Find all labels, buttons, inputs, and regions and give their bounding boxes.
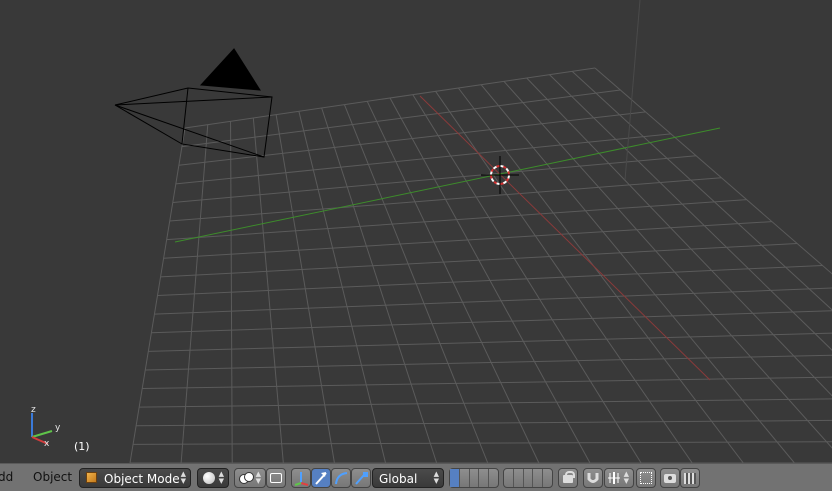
layer-button[interactable] — [460, 469, 470, 487]
updown-arrows-icon: ▲ ▼ — [623, 470, 629, 485]
camera-frame — [181, 87, 273, 158]
camera-object[interactable] — [114, 48, 273, 158]
layer-button[interactable] — [450, 469, 460, 487]
layer-button[interactable] — [514, 469, 524, 487]
frame-number-label: (1) — [74, 440, 90, 453]
mode-dropdown-label: Object Mode — [104, 472, 180, 486]
layer-button[interactable] — [533, 469, 544, 487]
axis-z-label: z — [31, 405, 36, 415]
x-axis-line — [419, 95, 711, 381]
layer-button[interactable] — [489, 469, 498, 487]
updown-arrows-icon: ▲ ▼ — [218, 470, 224, 485]
cube-icon — [86, 472, 97, 483]
pivot-align-button[interactable] — [266, 468, 286, 488]
render-anim-icon — [684, 473, 696, 484]
pivot-dropdown[interactable]: ▲ ▼ — [234, 468, 266, 488]
shading-dropdown[interactable]: ▲ ▼ — [197, 468, 229, 488]
layer-button[interactable] — [479, 469, 490, 487]
snap-element-dropdown[interactable]: ▲ ▼ — [604, 468, 634, 488]
scene-canvas[interactable]: z y x — [0, 0, 832, 463]
camera-edge — [114, 104, 265, 158]
menu-object[interactable]: Object — [33, 470, 72, 484]
render-image-button[interactable] — [660, 468, 680, 488]
pivot-icon — [239, 472, 254, 484]
axis-y-label: y — [55, 423, 61, 433]
menu-add[interactable]: Add — [0, 470, 13, 484]
rotate-button[interactable] — [331, 468, 351, 488]
updown-arrows-icon: ▲ ▼ — [255, 470, 261, 485]
layer-button[interactable] — [470, 469, 480, 487]
orientation-dropdown[interactable]: Global ▲ ▼ — [372, 468, 444, 488]
axis-x-label: x — [44, 439, 50, 449]
sphere-shading-icon — [203, 472, 215, 484]
layer-button[interactable] — [524, 469, 534, 487]
floor-grid — [129, 67, 832, 463]
scale-icon — [355, 472, 368, 485]
snap-element-icon — [608, 472, 620, 484]
rotate-icon — [335, 472, 348, 485]
axis-gizmo: z y x — [31, 405, 61, 449]
snap-target-button[interactable] — [636, 468, 656, 488]
viewport-header: Add Object Object Mode ▲▼ ▲▼ ▲▼ — [0, 463, 832, 491]
snap-target-icon — [640, 472, 652, 484]
scale-button[interactable] — [351, 468, 371, 488]
translate-icon — [315, 472, 327, 485]
manipulator-toggle[interactable] — [291, 468, 311, 488]
y-axis-line — [174, 127, 721, 243]
vertical-guide-line — [624, 0, 641, 181]
mode-dropdown[interactable]: Object Mode ▲ ▼ — [79, 468, 191, 488]
pivot-align-icon — [270, 473, 282, 483]
camera-edge — [114, 96, 273, 106]
render-animation-button[interactable] — [680, 468, 700, 488]
updown-arrows-icon: ▲ ▼ — [433, 470, 439, 485]
lock-layers-button[interactable] — [558, 468, 578, 488]
translate-button[interactable] — [311, 468, 331, 488]
snap-magnet-icon — [587, 473, 599, 483]
camera-up-triangle — [199, 48, 261, 91]
layers-group-2[interactable] — [503, 468, 553, 488]
layers-group-1[interactable] — [449, 468, 499, 488]
3d-viewport[interactable]: z y x (1) — [0, 0, 832, 463]
manipulator-icon — [294, 472, 309, 486]
layer-button[interactable] — [543, 469, 552, 487]
updown-arrows-icon: ▲ ▼ — [180, 470, 186, 485]
snap-toggle[interactable] — [583, 468, 603, 488]
layer-button[interactable] — [504, 469, 514, 487]
orientation-dropdown-label: Global — [379, 472, 418, 486]
camera-edge — [114, 87, 189, 106]
